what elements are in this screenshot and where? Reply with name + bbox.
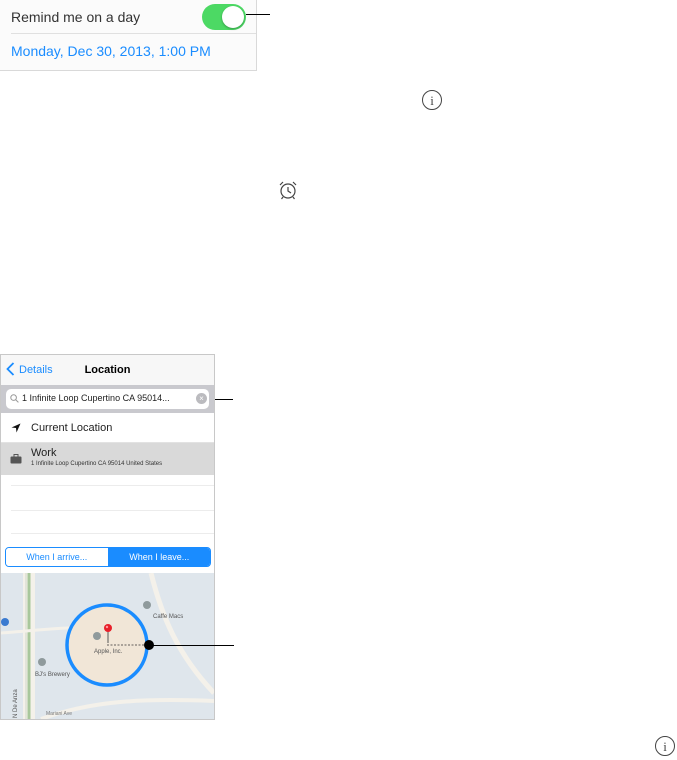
search-bar: 1 Infinite Loop Cupertino CA 95014... × [1, 385, 214, 413]
map-label-de-anza: N De Anza [13, 689, 19, 718]
location-screen: Details Location 1 Infinite Loop Cuperti… [0, 354, 215, 720]
work-label: Work [31, 447, 57, 459]
alarm-clock-icon [279, 181, 297, 200]
search-icon [10, 394, 19, 403]
remind-on-day-label: Remind me on a day [11, 9, 141, 25]
work-address: 1 Infinite Loop Cupertino CA 95014 Unite… [31, 461, 163, 467]
map-label-apple: Apple, Inc. [94, 649, 123, 655]
toggle-knob [222, 6, 244, 28]
poi-icon [143, 601, 151, 609]
map-label-street: Mariani Ave [46, 711, 72, 717]
page-title: Location [84, 364, 131, 376]
when-i-leave-segment[interactable]: When I leave... [108, 548, 210, 566]
reminder-date[interactable]: Monday, Dec 30, 2013, 1:00 PM [11, 43, 211, 59]
list-item-current-location[interactable]: Current Location [1, 413, 214, 443]
poi-icon [93, 632, 101, 640]
when-i-arrive-segment[interactable]: When I arrive... [6, 548, 109, 566]
search-input[interactable]: 1 Infinite Loop Cupertino CA 95014... × [6, 389, 209, 409]
callout-line [215, 399, 233, 400]
clear-icon[interactable]: × [196, 393, 207, 404]
arrive-leave-segmented-control: When I arrive... When I leave... [5, 547, 211, 567]
remind-on-day-toggle[interactable] [202, 4, 246, 30]
divider [11, 485, 214, 486]
info-icon[interactable]: i [422, 90, 442, 110]
current-location-label: Current Location [31, 422, 113, 434]
divider [11, 533, 214, 534]
list-item-work[interactable]: Work 1 Infinite Loop Cupertino CA 95014 … [1, 443, 214, 475]
poi-icon [38, 658, 46, 666]
callout-line [150, 645, 234, 646]
info-icon[interactable]: i [655, 736, 675, 756]
callout-line [246, 14, 270, 15]
map-view[interactable]: Apple, Inc. BJ's Brewery Caffe Macs Mari… [1, 573, 214, 719]
search-value: 1 Infinite Loop Cupertino CA 95014... [22, 393, 170, 403]
briefcase-icon [10, 454, 22, 464]
reminder-settings-card: Remind me on a day Monday, Dec 30, 2013,… [0, 0, 257, 71]
route-shield-icon [1, 618, 9, 626]
geofence-resize-handle[interactable] [144, 640, 154, 650]
navigation-bar: Details Location [1, 355, 214, 385]
divider [11, 33, 256, 34]
location-arrow-icon [11, 423, 21, 433]
map-label-caffe: Caffe Macs [153, 614, 183, 620]
divider [11, 510, 214, 511]
map-label-bjs: BJ's Brewery [35, 672, 70, 678]
